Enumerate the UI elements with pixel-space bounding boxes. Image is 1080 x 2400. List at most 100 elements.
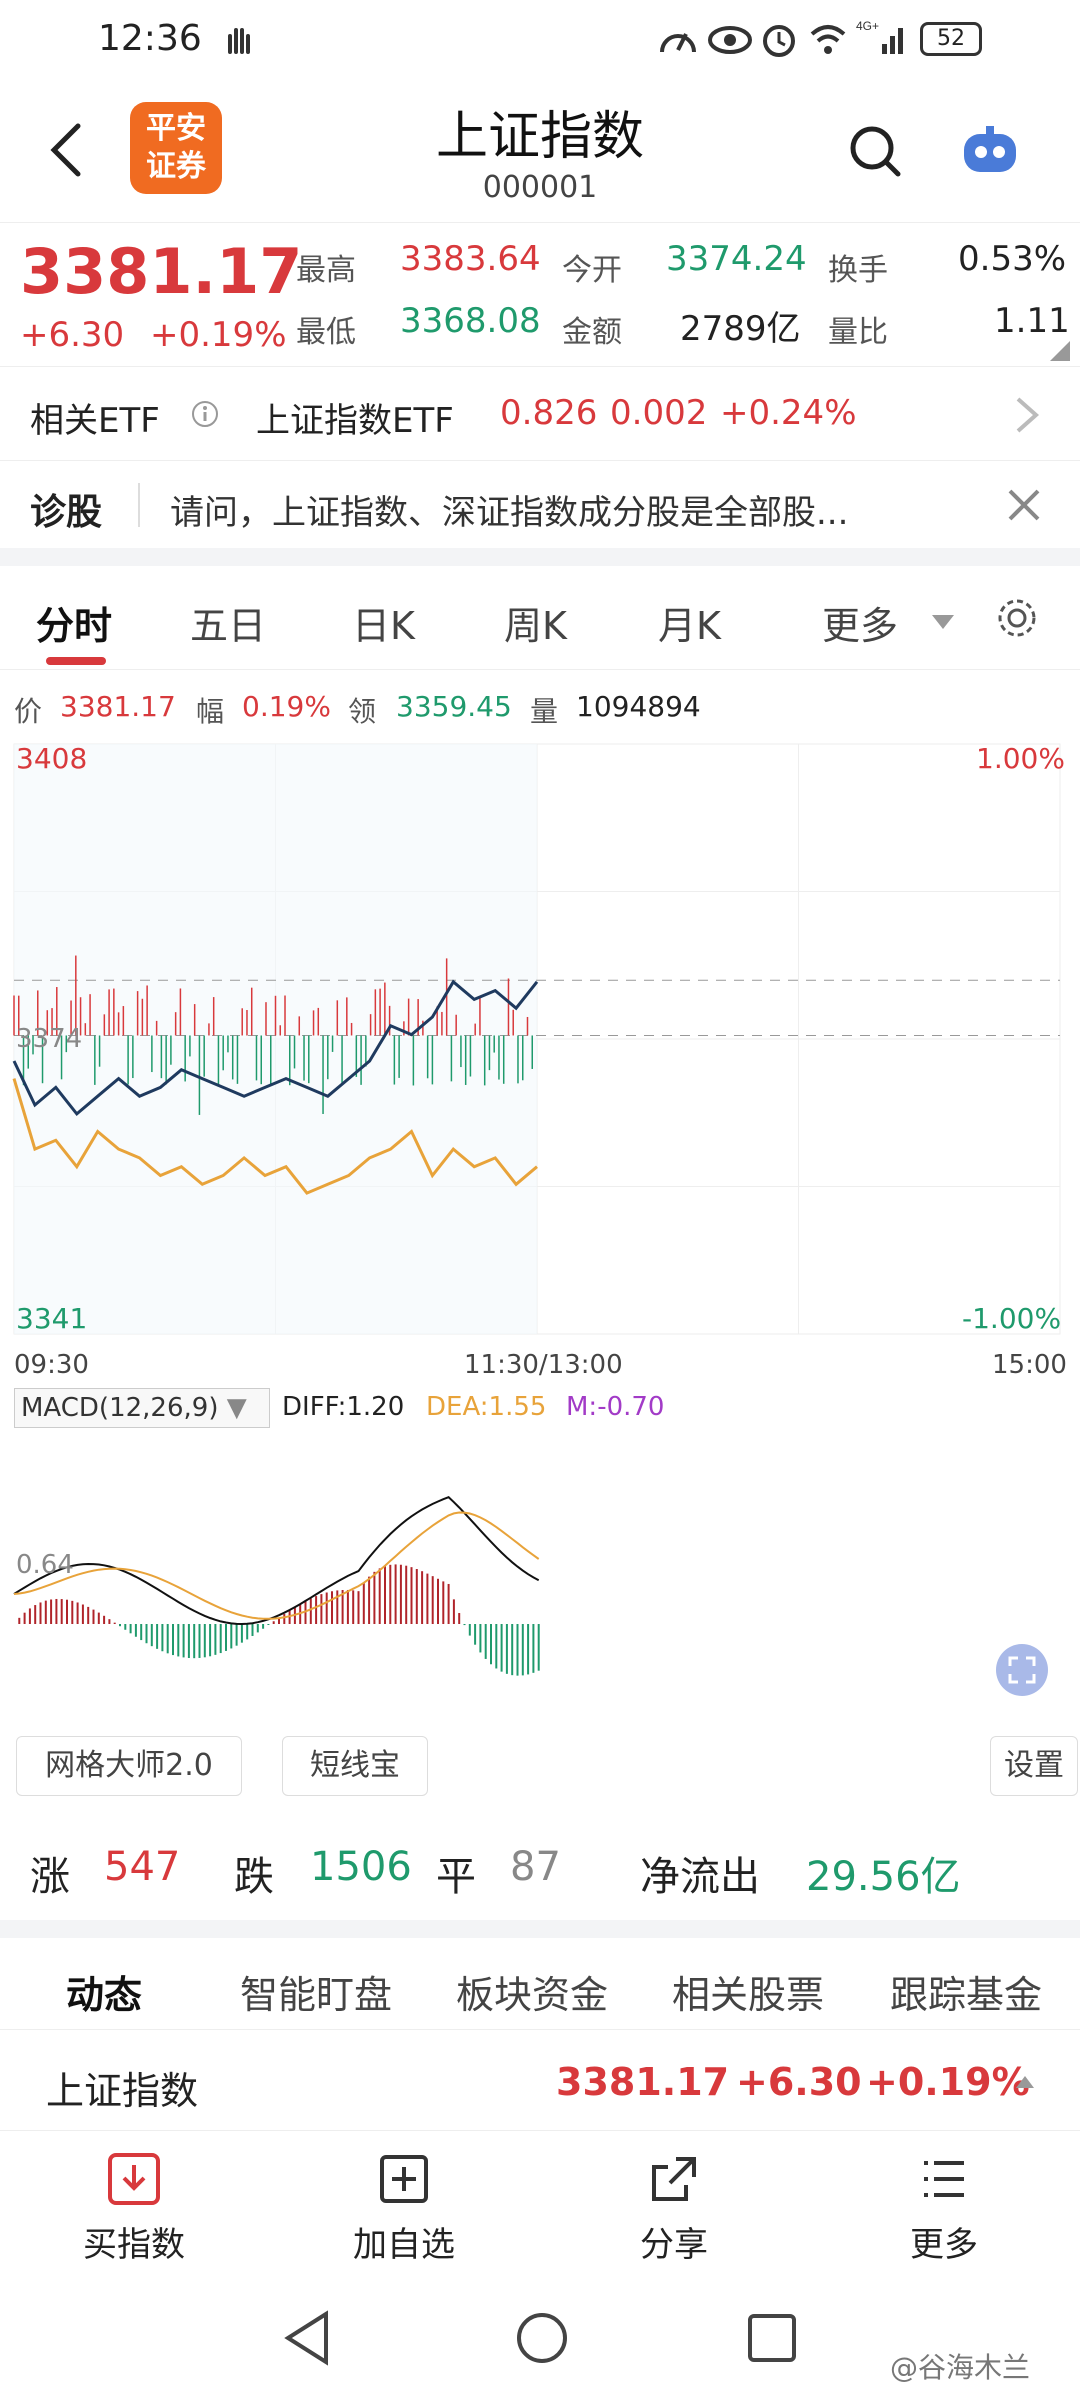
vol-ratio-label: 量比: [828, 315, 888, 350]
amount-label: 金额: [562, 315, 622, 350]
expand-icon: [1008, 1656, 1036, 1684]
subtab-smart-watch[interactable]: 智能盯盘: [240, 1964, 392, 2019]
tab-day-k[interactable]: 日K: [352, 595, 415, 650]
eye-icon: [708, 26, 752, 54]
add-watchlist-button[interactable]: 加自选: [304, 2151, 504, 2266]
summary-change: +6.30: [736, 2060, 862, 2104]
macd-m: M:-0.70: [566, 1392, 665, 1422]
nav-recent-icon[interactable]: [746, 2312, 798, 2364]
signal-icon: 4G+: [856, 19, 903, 54]
low-value: 3368.08: [400, 301, 541, 341]
y-axis-mid: 3374: [16, 1024, 83, 1054]
buy-index-button[interactable]: 买指数: [34, 2151, 234, 2266]
tab-five-day[interactable]: 五日: [190, 595, 266, 650]
current-price: 3381.17: [20, 235, 303, 308]
lead-label: 领: [348, 695, 377, 728]
share-icon: [652, 2157, 696, 2201]
chevron-right-icon[interactable]: [1012, 395, 1042, 435]
add-icon: [380, 2155, 428, 2203]
period-tabs: 分时 五日 日K 周K 月K 更多: [0, 565, 1080, 670]
macd-selector[interactable]: MACD(12,26,9) ▼: [14, 1388, 270, 1428]
subtab-sector-funds[interactable]: 板块资金: [456, 1964, 608, 2019]
time-mid: 11:30/13:00: [464, 1350, 623, 1380]
subtab-tracking-funds[interactable]: 跟踪基金: [890, 1964, 1042, 2019]
summary-row[interactable]: 上证指数 3381.17 +6.30 +0.19%: [0, 2030, 1080, 2130]
dropdown-icon[interactable]: [930, 613, 956, 631]
alarm-icon: [763, 25, 795, 57]
search-icon[interactable]: [848, 124, 902, 180]
nav-home-icon[interactable]: [514, 2310, 570, 2366]
diagnose-row[interactable]: 诊股 请问，上证指数、深证指数成分股是全部股...: [0, 460, 1080, 548]
high-value: 3383.64: [400, 239, 541, 279]
flow-value: 29.56亿: [806, 1854, 961, 1900]
tab-intraday[interactable]: 分时: [36, 595, 112, 650]
system-nav: @谷海木兰: [0, 2280, 1080, 2400]
short-line-button[interactable]: 短线宝: [282, 1736, 428, 1796]
diagnose-text: 请问，上证指数、深证指数成分股是全部股...: [170, 493, 849, 533]
hand-icon: [228, 28, 250, 54]
down-count: 1506: [310, 1844, 412, 1890]
turnover-label: 换手: [828, 253, 888, 288]
settings-button[interactable]: 设置: [990, 1736, 1078, 1796]
share-button[interactable]: 分享: [574, 2151, 774, 2266]
amp-label: 幅: [196, 695, 225, 728]
fullscreen-button[interactable]: [996, 1644, 1048, 1696]
macd-diff: DIFF:1.20: [282, 1392, 405, 1422]
grid-master-button[interactable]: 网格大师2.0: [16, 1736, 242, 1796]
up-count: 547: [104, 1844, 181, 1890]
open-label: 今开: [562, 253, 622, 288]
tab-more[interactable]: 更多: [822, 595, 898, 650]
etf-price: 0.826: [500, 393, 598, 433]
subtab-news[interactable]: 动态: [66, 1964, 142, 2019]
robot-icon[interactable]: [960, 126, 1020, 176]
vol-ratio-value: 1.11: [994, 301, 1070, 341]
active-tab-indicator: [46, 657, 106, 665]
divider: [138, 483, 140, 527]
etf-name: 上证指数ETF: [256, 401, 454, 441]
chart-lead: 3359.45: [396, 690, 512, 723]
diagnose-label: 诊股: [30, 492, 103, 533]
chart-vol: 1094894: [576, 690, 701, 723]
high-label: 最高: [296, 253, 356, 288]
y-axis-top: 3408: [16, 742, 88, 775]
speed-icon: [660, 33, 696, 53]
macd-chart: [13, 1496, 540, 1676]
price-label: 价: [14, 695, 43, 728]
macd-dea: DEA:1.55: [426, 1392, 547, 1422]
dea-line: [13, 1511, 540, 1620]
close-icon[interactable]: [1006, 487, 1042, 523]
info-icon[interactable]: [190, 399, 220, 429]
turnover-value: 0.53%: [958, 239, 1067, 279]
download-icon: [108, 2153, 160, 2205]
separator: [0, 548, 1080, 566]
etf-row[interactable]: 相关ETF 上证指数ETF 0.826 0.002 +0.24%: [0, 366, 1080, 460]
action-bar: 买指数 加自选 分享 更多: [0, 2130, 1080, 2280]
macd-bars: [18, 1564, 540, 1676]
battery-icon: 52: [920, 22, 982, 56]
nav-back-icon[interactable]: [282, 2310, 332, 2366]
market-breadth: 涨 547 跌 1506 平 87 净流出 29.56亿: [0, 1816, 1080, 1916]
vol-label: 量: [530, 695, 559, 728]
watermark: @谷海木兰: [890, 2351, 1031, 2384]
tab-week-k[interactable]: 周K: [504, 595, 567, 650]
corner-expand-icon[interactable]: [1050, 341, 1070, 361]
collapse-icon[interactable]: [1014, 2074, 1036, 2090]
summary-price: 3381.17: [556, 2060, 730, 2104]
subtab-related-stocks[interactable]: 相关股票: [672, 1964, 824, 2019]
separator: [0, 1920, 1080, 1938]
gear-icon[interactable]: [994, 595, 1040, 641]
open-value: 3374.24: [666, 239, 807, 279]
down-label: 跌: [234, 1854, 274, 1900]
chart-shade: [14, 744, 537, 1334]
more-button[interactable]: 更多: [844, 2151, 1044, 2266]
intraday-chart[interactable]: [0, 740, 1080, 1340]
summary-pct: +0.19%: [866, 2060, 1030, 2104]
nav-bar: 平安 证券 上证指数 000001: [0, 80, 1080, 220]
up-label: 涨: [30, 1854, 70, 1900]
diff-line: [13, 1496, 540, 1626]
tab-month-k[interactable]: 月K: [658, 595, 721, 650]
menu-icon: [924, 2161, 964, 2197]
status-bar: 12:36 4G+ 52: [0, 0, 1080, 80]
low-label: 最低: [296, 315, 356, 350]
chart-amp: 0.19%: [242, 690, 331, 723]
